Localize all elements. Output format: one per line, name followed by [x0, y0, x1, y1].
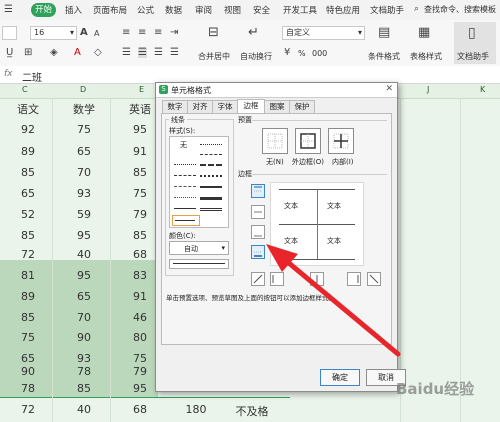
watermark: Baidu经验: [396, 380, 475, 398]
annotation-arrow-icon: [266, 244, 401, 357]
